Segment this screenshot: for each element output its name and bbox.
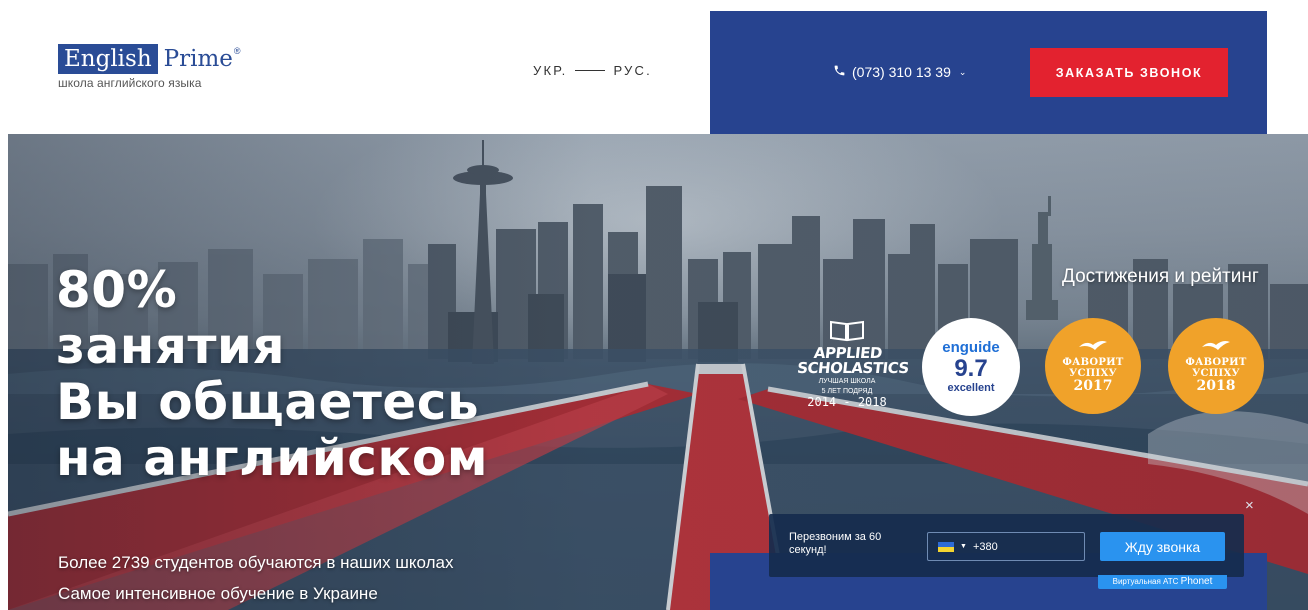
- hero-headline: 80% занятия Вы общаетесь на английском: [56, 262, 488, 486]
- callback-phone-input[interactable]: ▼ +380: [927, 532, 1085, 561]
- achievements-title: Достижения и рейтинг: [1062, 266, 1259, 287]
- applied-scholastics-years: 2014 - 2018: [807, 395, 887, 409]
- chevron-down-icon: ⌄: [958, 66, 967, 77]
- favorite-2017-year: 2017: [1073, 378, 1113, 394]
- headline-line-3: Вы общаетесь: [56, 373, 480, 431]
- book-icon: [798, 318, 896, 346]
- enguide-label: excellent: [947, 381, 995, 394]
- hero-students-text: Более 2739 студентов обучаются в наших ш…: [58, 553, 454, 572]
- headline-line-4: на английском: [56, 429, 489, 487]
- bird-icon-svg: [1079, 341, 1107, 350]
- favorite-badge-2017: ФАВОРИТ УСПІХУ 2017: [1045, 318, 1141, 414]
- callback-widget: Перезвоним за 60 секунд! ▼ +380 Жду звон…: [769, 514, 1244, 589]
- lang-ukr-link[interactable]: УКР.: [533, 63, 567, 78]
- language-switcher: УКР. РУС.: [533, 63, 652, 78]
- applied-scholastics-badge: APPLIED SCHOLASTICS ЛУЧШАЯ ШКОЛА 5 ЛЕТ П…: [796, 318, 910, 418]
- logo-word-english: English: [58, 44, 158, 74]
- logo-word-prime: Prime: [163, 46, 233, 72]
- hero-intensive-text: Самое интенсивное обучение в Украине: [58, 584, 378, 603]
- applied-scholastics-name: APPLIED SCHOLASTICS: [796, 344, 910, 377]
- chevron-down-icon[interactable]: ▼: [960, 543, 967, 550]
- phone-prefix: +380: [972, 540, 998, 553]
- headline-line-1: 80%: [56, 261, 178, 319]
- enguide-name: enguide: [942, 338, 1000, 356]
- phonet-brand-prefix: Виртуальная АТС: [1112, 577, 1179, 586]
- logo-registered-mark: ®: [233, 46, 241, 56]
- applied-scholastics-line-1: ЛУЧШАЯ ШКОЛА: [818, 378, 876, 385]
- favorite-2018-line-1: ФАВОРИТ: [1185, 357, 1247, 368]
- order-call-button[interactable]: ЗАКАЗАТЬ ЗВОНОК: [1030, 48, 1228, 97]
- phone-icon: [833, 64, 846, 80]
- close-icon[interactable]: ×: [1245, 498, 1254, 513]
- favorite-2018-year: 2018: [1196, 378, 1236, 394]
- phone-number: (073) 310 13 39: [852, 64, 951, 80]
- enguide-badge: enguide 9.7 excellent: [922, 318, 1020, 416]
- phone-icon-svg: [834, 65, 845, 76]
- logo[interactable]: English Prime ® школа английского языка: [58, 44, 241, 90]
- bird-icon: [1078, 338, 1108, 357]
- enguide-score: 9.7: [954, 354, 988, 382]
- logo-tagline: школа английского языка: [58, 76, 202, 90]
- wait-call-button[interactable]: Жду звонка: [1100, 532, 1225, 561]
- headline-line-2: занятия: [56, 317, 286, 375]
- ukraine-flag-icon[interactable]: [938, 541, 954, 552]
- favorite-2017-line-1: ФАВОРИТ: [1062, 357, 1124, 368]
- phone-dropdown[interactable]: (073) 310 13 39 ⌄: [833, 64, 966, 80]
- lang-divider: [575, 70, 606, 71]
- book-icon-svg: [830, 320, 864, 342]
- favorite-badge-2018: ФАВОРИТ УСПІХУ 2018: [1168, 318, 1264, 414]
- lang-rus-link[interactable]: РУС.: [613, 63, 651, 78]
- phonet-brand-link[interactable]: Виртуальная АТС Phonet: [1098, 575, 1227, 589]
- phonet-brand-name: Phonet: [1180, 576, 1213, 587]
- callback-widget-text: Перезвоним за 60 секунд!: [789, 531, 882, 556]
- bird-icon-svg: [1202, 341, 1230, 350]
- bird-icon: [1201, 338, 1231, 357]
- logo-wordmark[interactable]: English Prime ®: [58, 44, 241, 74]
